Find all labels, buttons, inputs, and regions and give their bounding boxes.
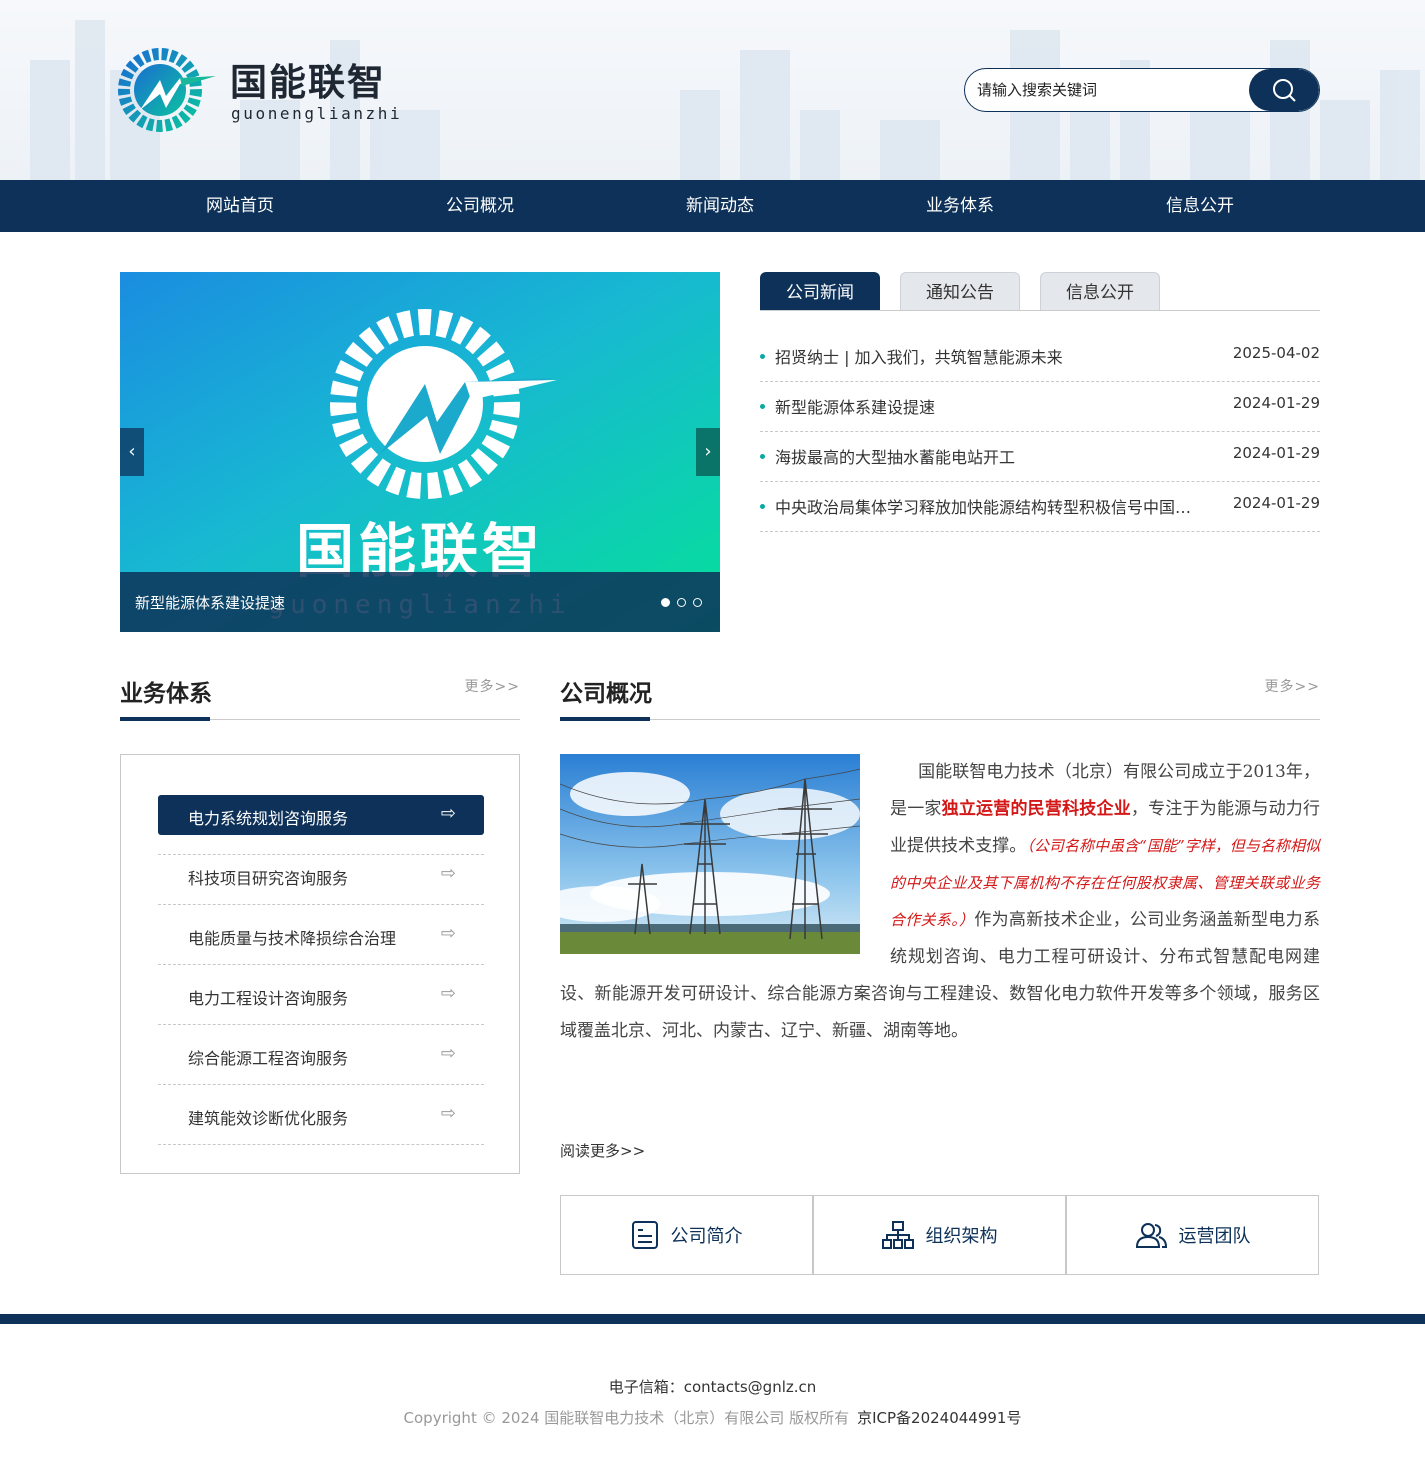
news-date: 2024-01-29 bbox=[1232, 494, 1320, 512]
main-nav: 网站首页 公司概况 新闻动态 业务体系 信息公开 bbox=[0, 180, 1425, 232]
business-item-label: 综合能源工程咨询服务 bbox=[188, 1049, 349, 1068]
footer-email: 电子信箱：contacts@gnlz.cn bbox=[608, 1378, 817, 1396]
power-tower-illustration bbox=[560, 754, 860, 954]
footer-copyright: Copyright © 2024 国能联智电力技术（北京）有限公司 版权所有 bbox=[403, 1409, 850, 1427]
nav-item-business[interactable]: 业务体系 bbox=[840, 180, 1080, 232]
carousel-dot-3[interactable] bbox=[693, 598, 702, 607]
about-text-highlight: 独立运营的民营科技企业 bbox=[941, 799, 1131, 819]
business-item-label: 建筑能效诊断优化服务 bbox=[188, 1109, 349, 1128]
about-more-link[interactable]: 更多>> bbox=[1265, 676, 1320, 696]
about-section-title: 公司概况 bbox=[560, 681, 652, 707]
business-item[interactable]: 电能质量与技术降损综合治理 ⇨ bbox=[158, 905, 484, 965]
logo-emblem-icon bbox=[118, 48, 216, 132]
quick-link-company-profile[interactable]: 公司简介 bbox=[560, 1195, 813, 1275]
banner-caption[interactable]: 新型能源体系建设提速 bbox=[135, 592, 285, 613]
news-list: 招贤纳士 | 加入我们，共筑智慧能源未来 2025-04-02 新型能源体系建设… bbox=[760, 332, 1320, 532]
quick-link-organization[interactable]: 组织架构 bbox=[813, 1195, 1066, 1275]
banner-emblem-icon bbox=[330, 309, 557, 499]
site-header: 国能联智 guonenglianzhi bbox=[0, 0, 1425, 180]
business-item-label: 电能质量与技术降损综合治理 bbox=[188, 929, 397, 948]
section-underline bbox=[120, 717, 210, 721]
tab-information-disclosure[interactable]: 信息公开 bbox=[1040, 272, 1160, 310]
business-item[interactable]: 建筑能效诊断优化服务 ⇨ bbox=[158, 1085, 484, 1145]
carousel-dots bbox=[661, 598, 702, 607]
business-item-label: 电力系统规划咨询服务 bbox=[188, 809, 349, 828]
news-title[interactable]: 海拔最高的大型抽水蓄能电站开工 bbox=[775, 444, 1205, 468]
news-item[interactable]: 招贤纳士 | 加入我们，共筑智慧能源未来 2025-04-02 bbox=[760, 332, 1320, 382]
banner-carousel[interactable]: 国能联智 guonenglianzhi ‹ › 新型能源体系建设提速 bbox=[120, 272, 720, 632]
nav-item-information-disclosure[interactable]: 信息公开 bbox=[1080, 180, 1320, 232]
business-section-header: 业务体系 更多>> bbox=[120, 672, 520, 721]
tab-notices[interactable]: 通知公告 bbox=[900, 272, 1020, 310]
power-tower-image bbox=[560, 754, 860, 954]
news-item[interactable]: 中央政治局集体学习释放加快能源结构转型积极信号中国能源报 2024-01-29 bbox=[760, 482, 1320, 532]
news-date: 2025-04-02 bbox=[1232, 344, 1320, 362]
quick-link-label: 运营团队 bbox=[1178, 1226, 1251, 1247]
bullet-icon bbox=[760, 404, 765, 409]
news-title[interactable]: 中央政治局集体学习释放加快能源结构转型积极信号中国能源报 bbox=[775, 494, 1205, 518]
banner-caption-bar: 新型能源体系建设提速 bbox=[120, 572, 720, 632]
news-item[interactable]: 海拔最高的大型抽水蓄能电站开工 2024-01-29 bbox=[760, 432, 1320, 482]
team-icon bbox=[1135, 1223, 1167, 1248]
quick-links: 公司简介 组织架构 运营团队 bbox=[560, 1195, 1320, 1275]
news-date: 2024-01-29 bbox=[1232, 394, 1320, 412]
bullet-icon bbox=[760, 504, 765, 509]
read-more-link[interactable]: 阅读更多>> bbox=[560, 1140, 645, 1161]
search-input[interactable] bbox=[965, 69, 1251, 111]
quick-link-label: 组织架构 bbox=[925, 1226, 998, 1247]
quick-link-team[interactable]: 运营团队 bbox=[1066, 1195, 1319, 1275]
news-item[interactable]: 新型能源体系建设提速 2024-01-29 bbox=[760, 382, 1320, 432]
news-title[interactable]: 招贤纳士 | 加入我们，共筑智慧能源未来 bbox=[775, 344, 1205, 368]
carousel-dot-1[interactable] bbox=[661, 598, 670, 607]
business-item-label: 电力工程设计咨询服务 bbox=[188, 989, 349, 1008]
nav-item-news[interactable]: 新闻动态 bbox=[600, 180, 840, 232]
business-item[interactable]: 电力工程设计咨询服务 ⇨ bbox=[158, 965, 484, 1025]
news-date: 2024-01-29 bbox=[1232, 444, 1320, 462]
arrow-right-icon: ⇨ bbox=[440, 1043, 456, 1064]
section-underline bbox=[560, 717, 650, 721]
carousel-next-button[interactable]: › bbox=[696, 428, 720, 476]
carousel-prev-button[interactable]: ‹ bbox=[120, 428, 144, 476]
news-title[interactable]: 新型能源体系建设提速 bbox=[775, 394, 1205, 418]
tab-company-news[interactable]: 公司新闻 bbox=[760, 272, 880, 310]
news-panel: 公司新闻 通知公告 信息公开 招贤纳士 | 加入我们，共筑智慧能源未来 2025… bbox=[760, 272, 1320, 532]
bullet-icon bbox=[760, 354, 765, 359]
footer-divider bbox=[0, 1314, 1425, 1324]
arrow-right-icon: ⇨ bbox=[440, 863, 456, 884]
footer-icp-link[interactable]: 京ICP备2024044991号 bbox=[857, 1409, 1021, 1427]
nav-item-company-overview[interactable]: 公司概况 bbox=[360, 180, 600, 232]
business-list: 电力系统规划咨询服务 ⇨ 科技项目研究咨询服务 ⇨ 电能质量与技术降损综合治理 … bbox=[120, 754, 520, 1174]
search-icon bbox=[1273, 79, 1296, 102]
bullet-icon bbox=[760, 454, 765, 459]
search-button[interactable] bbox=[1249, 69, 1319, 111]
about-section-header: 公司概况 更多>> bbox=[560, 672, 1320, 721]
arrow-right-icon: ⇨ bbox=[440, 923, 456, 944]
business-section-title: 业务体系 bbox=[120, 681, 212, 707]
arrow-right-icon: ⇨ bbox=[440, 983, 456, 1004]
footer-copyright-line: Copyright © 2024 国能联智电力技术（北京）有限公司 版权所有 京I… bbox=[0, 1407, 1425, 1428]
nav-item-home[interactable]: 网站首页 bbox=[120, 180, 360, 232]
business-item-label: 科技项目研究咨询服务 bbox=[188, 869, 349, 888]
logo-chinese-name: 国能联智 bbox=[230, 61, 386, 104]
org-chart-icon bbox=[881, 1221, 914, 1249]
arrow-right-icon: ⇨ bbox=[440, 1103, 456, 1124]
business-item[interactable]: 综合能源工程咨询服务 ⇨ bbox=[158, 1025, 484, 1085]
document-icon bbox=[631, 1221, 658, 1249]
news-tabs: 公司新闻 通知公告 信息公开 bbox=[760, 272, 1320, 311]
quick-link-label: 公司简介 bbox=[670, 1226, 743, 1247]
business-more-link[interactable]: 更多>> bbox=[465, 676, 520, 696]
business-item[interactable]: 科技项目研究咨询服务 ⇨ bbox=[158, 845, 484, 905]
logo-english-name: guonenglianzhi bbox=[231, 104, 403, 123]
site-logo[interactable]: 国能联智 guonenglianzhi bbox=[118, 48, 418, 132]
carousel-dot-2[interactable] bbox=[677, 598, 686, 607]
arrow-right-icon: ⇨ bbox=[440, 803, 456, 824]
search-box bbox=[964, 68, 1320, 112]
